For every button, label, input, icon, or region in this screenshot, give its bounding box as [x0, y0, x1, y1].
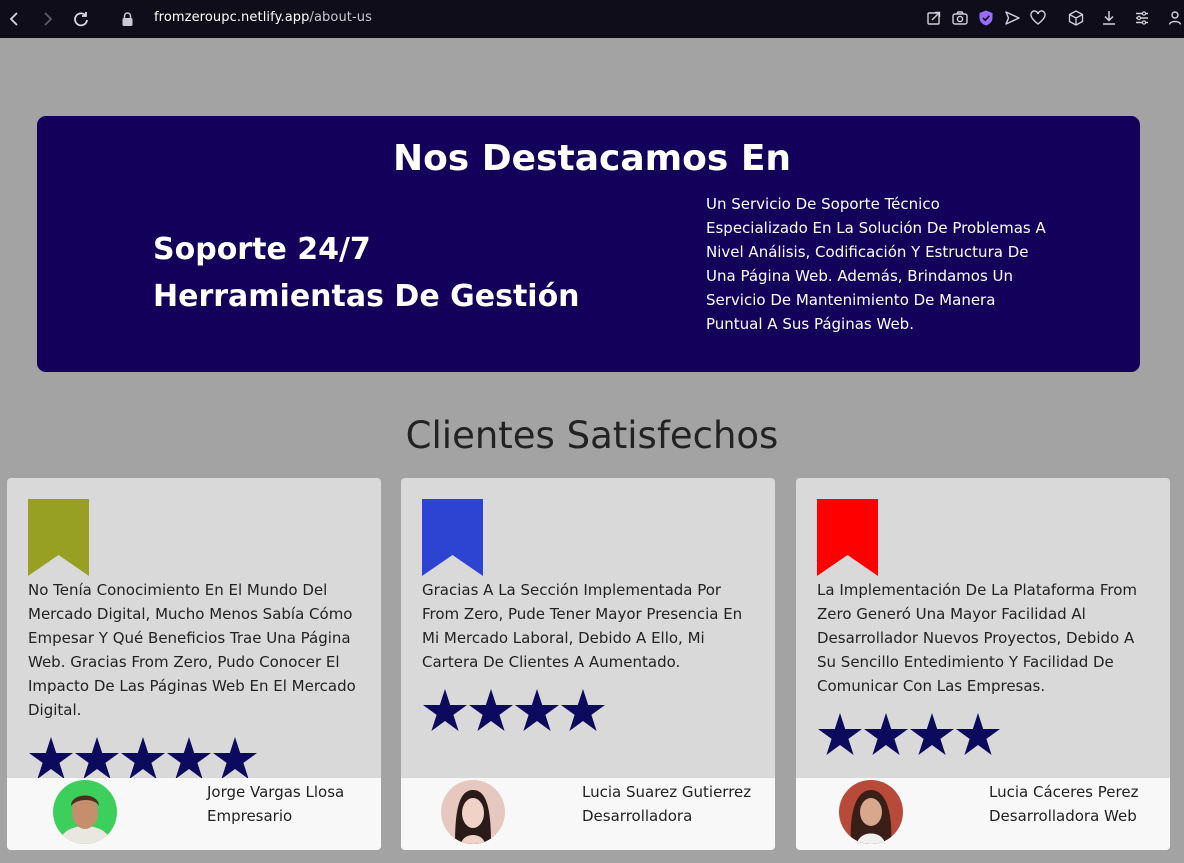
browser-toolbar: fromzeroupc.netlify.app/about-us	[0, 0, 1184, 38]
client-info: Jorge Vargas Llosa Empresario	[207, 780, 344, 828]
cube-icon[interactable]	[1067, 9, 1085, 27]
camera-icon[interactable]	[951, 9, 969, 27]
forward-icon[interactable]	[36, 8, 58, 30]
shield-icon[interactable]	[977, 9, 995, 27]
profile-icon[interactable]	[1166, 9, 1184, 27]
star-icon	[561, 689, 605, 731]
bookmark-icon	[28, 499, 89, 576]
star-rating	[28, 736, 258, 782]
star-icon	[423, 689, 467, 731]
testimonial-quote: La Implementación De La Plataforma From …	[817, 581, 1137, 695]
feature-description: Un Servicio De Soporte Técnico Especiali…	[706, 195, 1046, 333]
star-icon	[29, 737, 73, 779]
avatar	[441, 780, 505, 844]
back-icon[interactable]	[4, 8, 26, 30]
star-icon	[75, 737, 119, 779]
star-icon	[956, 713, 1000, 755]
heart-icon[interactable]	[1029, 9, 1047, 27]
star-icon	[864, 713, 908, 755]
star-icon	[515, 689, 559, 731]
feature-item: Herramientas De Gestión	[153, 279, 580, 314]
feature-item: Soporte 24/7	[153, 232, 371, 267]
url-path: /about-us	[309, 10, 373, 25]
bookmark-icon	[817, 499, 878, 576]
client-info: Lucia Cáceres Perez Desarrolladora Web	[989, 780, 1138, 828]
star-rating	[817, 712, 1001, 758]
star-icon	[910, 713, 954, 755]
client-name: Lucia Suarez Gutierrez	[582, 783, 752, 801]
client-name: Lucia Cáceres Perez	[989, 783, 1139, 801]
menu-icon[interactable]	[1133, 9, 1151, 27]
testimonial-card: Gracias A La Sección Implementada Por Fr…	[401, 478, 775, 850]
testimonial-quote: Gracias A La Sección Implementada Por Fr…	[422, 581, 743, 671]
star-icon	[167, 737, 211, 779]
reload-icon[interactable]	[70, 8, 92, 30]
feature-title: Nos Destacamos En	[392, 138, 792, 179]
lock-icon	[122, 11, 133, 26]
address-bar[interactable]: fromzeroupc.netlify.app/about-us	[154, 10, 372, 25]
client-role: Desarrolladora Web	[989, 807, 1137, 825]
testimonials-title: Clientes Satisfechos	[405, 414, 779, 457]
url-host: fromzeroupc.netlify.app	[154, 10, 310, 25]
star-rating	[422, 688, 606, 734]
client-role: Desarrolladora	[582, 807, 693, 825]
client-info: Lucia Suarez Gutierrez Desarrolladora	[582, 780, 751, 828]
share-icon[interactable]	[925, 9, 943, 27]
feature-list: Soporte 24/7 Herramientas De Gestión	[153, 226, 580, 320]
star-icon	[213, 737, 257, 779]
star-icon	[121, 737, 165, 779]
client-role: Empresario	[207, 807, 293, 825]
testimonial-card: La Implementación De La Plataforma From …	[796, 478, 1170, 850]
download-icon[interactable]	[1100, 9, 1118, 27]
testimonial-card: No Tenía Conocimiento En El Mundo Del Me…	[7, 478, 381, 850]
avatar	[53, 780, 117, 844]
star-icon	[469, 689, 513, 731]
send-icon[interactable]	[1003, 9, 1021, 27]
client-name: Jorge Vargas Llosa	[207, 783, 345, 801]
bookmark-icon	[422, 499, 483, 576]
avatar	[839, 780, 903, 844]
star-icon	[818, 713, 862, 755]
testimonial-quote: No Tenía Conocimiento En El Mundo Del Me…	[28, 581, 356, 719]
